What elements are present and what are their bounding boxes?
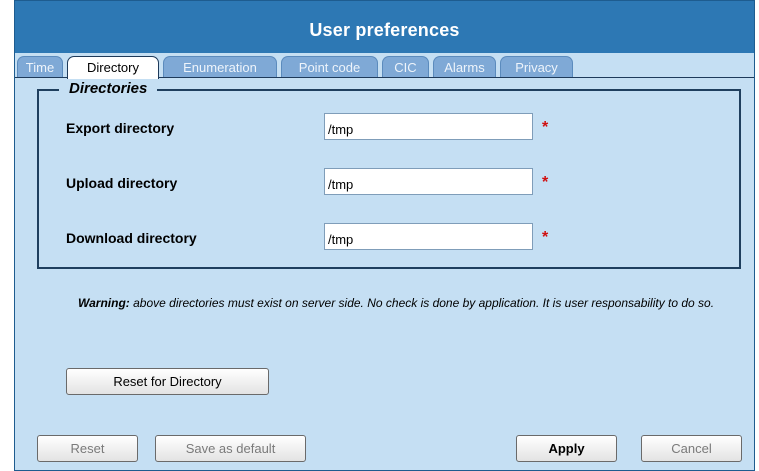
- download-required-marker: *: [542, 229, 549, 246]
- tab-time[interactable]: Time: [17, 56, 63, 78]
- title-bar: User preferences: [15, 1, 754, 53]
- upload-required-marker: *: [542, 174, 549, 191]
- upload-directory-input[interactable]: [324, 168, 533, 195]
- export-required-marker: *: [542, 119, 549, 136]
- save-as-default-button[interactable]: Save as default: [155, 435, 306, 462]
- window-title: User preferences: [309, 20, 460, 40]
- reset-directory-button[interactable]: Reset for Directory: [66, 368, 269, 395]
- warning-prefix: Warning:: [78, 296, 130, 310]
- download-directory-label: Download directory: [66, 230, 197, 246]
- tab-alarms[interactable]: Alarms: [433, 56, 496, 78]
- export-directory-label: Export directory: [66, 120, 175, 136]
- download-directory-input[interactable]: [324, 223, 533, 250]
- tab-point-code[interactable]: Point code: [281, 56, 378, 78]
- tab-enumeration[interactable]: Enumeration: [163, 56, 277, 78]
- upload-directory-label: Upload directory: [66, 175, 178, 191]
- warning-text: Warning: above directories must exist on…: [78, 294, 738, 312]
- tab-directory[interactable]: Directory: [67, 56, 159, 79]
- apply-button[interactable]: Apply: [516, 435, 617, 462]
- export-directory-input[interactable]: [324, 113, 533, 140]
- preferences-window: User preferences Time Directory Enumerat…: [14, 0, 755, 471]
- reset-button[interactable]: Reset: [37, 435, 138, 462]
- tab-privacy[interactable]: Privacy: [500, 56, 573, 78]
- cancel-button[interactable]: Cancel: [641, 435, 742, 462]
- tab-cic[interactable]: CIC: [382, 56, 429, 78]
- directories-legend: Directories: [59, 80, 158, 97]
- warning-message: above directories must exist on server s…: [129, 296, 715, 310]
